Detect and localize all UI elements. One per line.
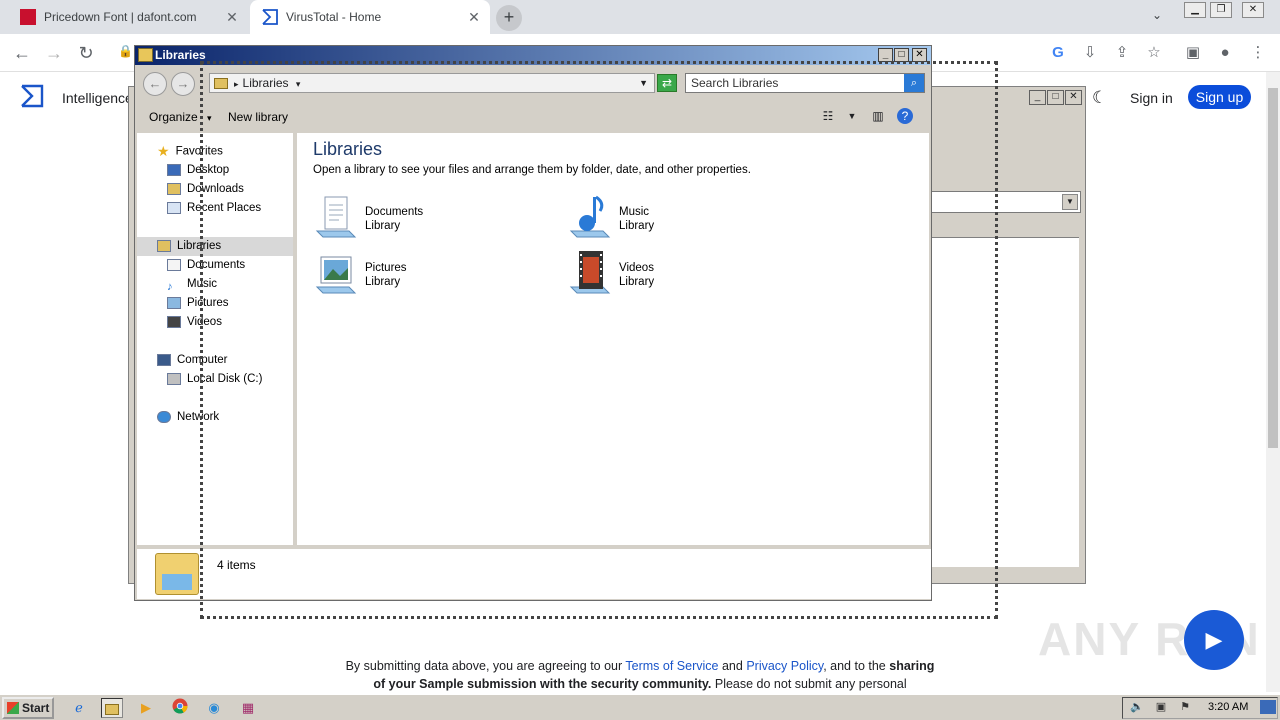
star-icon: ★ [157, 143, 170, 159]
close-window-button[interactable]: ✕ [1242, 2, 1264, 18]
reload-icon[interactable]: ↻ [74, 41, 98, 65]
clock[interactable]: 3:20 AM [1208, 701, 1248, 713]
footer-text: , and to the [823, 659, 886, 673]
new-tab-button[interactable]: + [496, 5, 522, 31]
minimize-icon[interactable]: _ [1029, 90, 1046, 105]
winrar-icon[interactable]: ▦ [237, 698, 259, 718]
volume-icon[interactable]: 🔈 [1130, 700, 1144, 714]
tab-strip: Pricedown Font | dafont.com ✕ VirusTotal… [0, 0, 1280, 34]
window-drag-outline [200, 61, 998, 619]
footer-text: of your Sample submission with the secur… [373, 677, 712, 691]
page-scrollbar-thumb[interactable] [1268, 88, 1278, 448]
dafont-favicon-icon [20, 9, 36, 25]
tab-title: VirusTotal - Home [286, 10, 382, 24]
terms-of-service-link[interactable]: Terms of Service [625, 659, 718, 673]
virustotal-logo-icon[interactable] [20, 84, 44, 108]
window-title: Libraries [155, 48, 206, 62]
intelligence-link[interactable]: Intelligence [62, 90, 133, 106]
music-icon: ♪ [167, 280, 173, 293]
computer-icon [157, 353, 171, 366]
minimize-window-button[interactable]: ▁ [1184, 2, 1206, 18]
maximize-icon[interactable]: □ [1047, 90, 1064, 105]
lock-icon[interactable]: 🔒 [118, 44, 133, 58]
forward-button[interactable]: → [171, 72, 195, 96]
start-button[interactable]: Start [2, 697, 54, 719]
edge-icon[interactable]: ◉ [203, 698, 225, 718]
system-tray [1122, 697, 1278, 719]
action-center-flag-icon[interactable]: ⚑ [1178, 700, 1192, 714]
minimize-button[interactable]: _ [878, 48, 893, 62]
install-app-icon[interactable]: ⇩ [1079, 42, 1101, 64]
tab-title: Pricedown Font | dafont.com [44, 10, 197, 24]
tab-virustotal[interactable]: VirusTotal - Home ✕ [250, 0, 490, 34]
back-arrow-icon[interactable]: ← [10, 41, 34, 65]
restore-window-button[interactable]: ❐ [1210, 2, 1232, 18]
network-icon [157, 410, 171, 423]
google-icon[interactable]: G [1047, 42, 1069, 64]
maximize-button[interactable]: □ [894, 48, 909, 62]
terms-notice: By submitting data above, you are agreei… [300, 657, 980, 693]
internet-explorer-icon[interactable]: ℯ [68, 698, 90, 718]
sign-up-button[interactable]: Sign up [1188, 85, 1251, 109]
share-icon[interactable]: ⇪ [1111, 42, 1133, 64]
recent-places-icon [167, 201, 181, 214]
disk-icon [167, 372, 181, 385]
tab-pricedown[interactable]: Pricedown Font | dafont.com ✕ [8, 0, 248, 34]
privacy-policy-link[interactable]: Privacy Policy [746, 659, 823, 673]
chrome-icon[interactable] [169, 698, 191, 718]
back-button[interactable]: ← [143, 72, 167, 96]
footer-text: By submitting data above, you are agreei… [345, 659, 623, 673]
windows-flag-icon [7, 702, 19, 714]
videos-icon [167, 315, 181, 328]
virustotal-favicon-icon [262, 9, 278, 25]
close-icon[interactable]: ✕ [1065, 90, 1082, 105]
network-tray-icon[interactable]: ▣ [1154, 700, 1168, 714]
bookmark-star-icon[interactable]: ☆ [1143, 42, 1165, 64]
libraries-folder-icon [155, 553, 199, 595]
sign-in-link[interactable]: Sign in [1130, 90, 1173, 106]
pictures-icon [167, 296, 181, 309]
folder-icon [138, 48, 153, 62]
dark-mode-moon-icon[interactable]: ☾ [1092, 88, 1107, 108]
close-button[interactable]: ✕ [912, 48, 927, 62]
close-tab-icon[interactable]: ✕ [222, 9, 242, 26]
explorer-taskbar-icon[interactable] [101, 698, 123, 718]
downloads-icon [167, 182, 181, 195]
desktop-icon [167, 163, 181, 176]
taskbar: Start ℯ ▶ ◉ ▦ 🔈 ▣ ⚑ 3:20 AM [0, 694, 1280, 720]
side-panel-icon[interactable]: ▣ [1182, 42, 1204, 64]
footer-text: sharing [889, 659, 935, 673]
tab-search-chevron-icon[interactable]: ⌄ [1152, 8, 1162, 22]
profile-avatar-icon[interactable]: ● [1214, 42, 1236, 64]
show-desktop-icon[interactable] [1260, 700, 1276, 714]
libraries-icon [157, 239, 171, 252]
close-tab-icon[interactable]: ✕ [464, 9, 484, 26]
dropdown-arrow-icon[interactable]: ▼ [1062, 194, 1078, 210]
footer-text: and [721, 659, 743, 673]
documents-icon [167, 258, 181, 271]
menu-kebab-icon[interactable]: ⋮ [1247, 42, 1269, 64]
forward-arrow-icon[interactable]: → [42, 41, 66, 65]
anyrun-logo-icon: ▶ [1184, 610, 1244, 670]
media-player-icon[interactable]: ▶ [135, 698, 157, 718]
footer-text: Please do not submit any personal [714, 677, 907, 691]
